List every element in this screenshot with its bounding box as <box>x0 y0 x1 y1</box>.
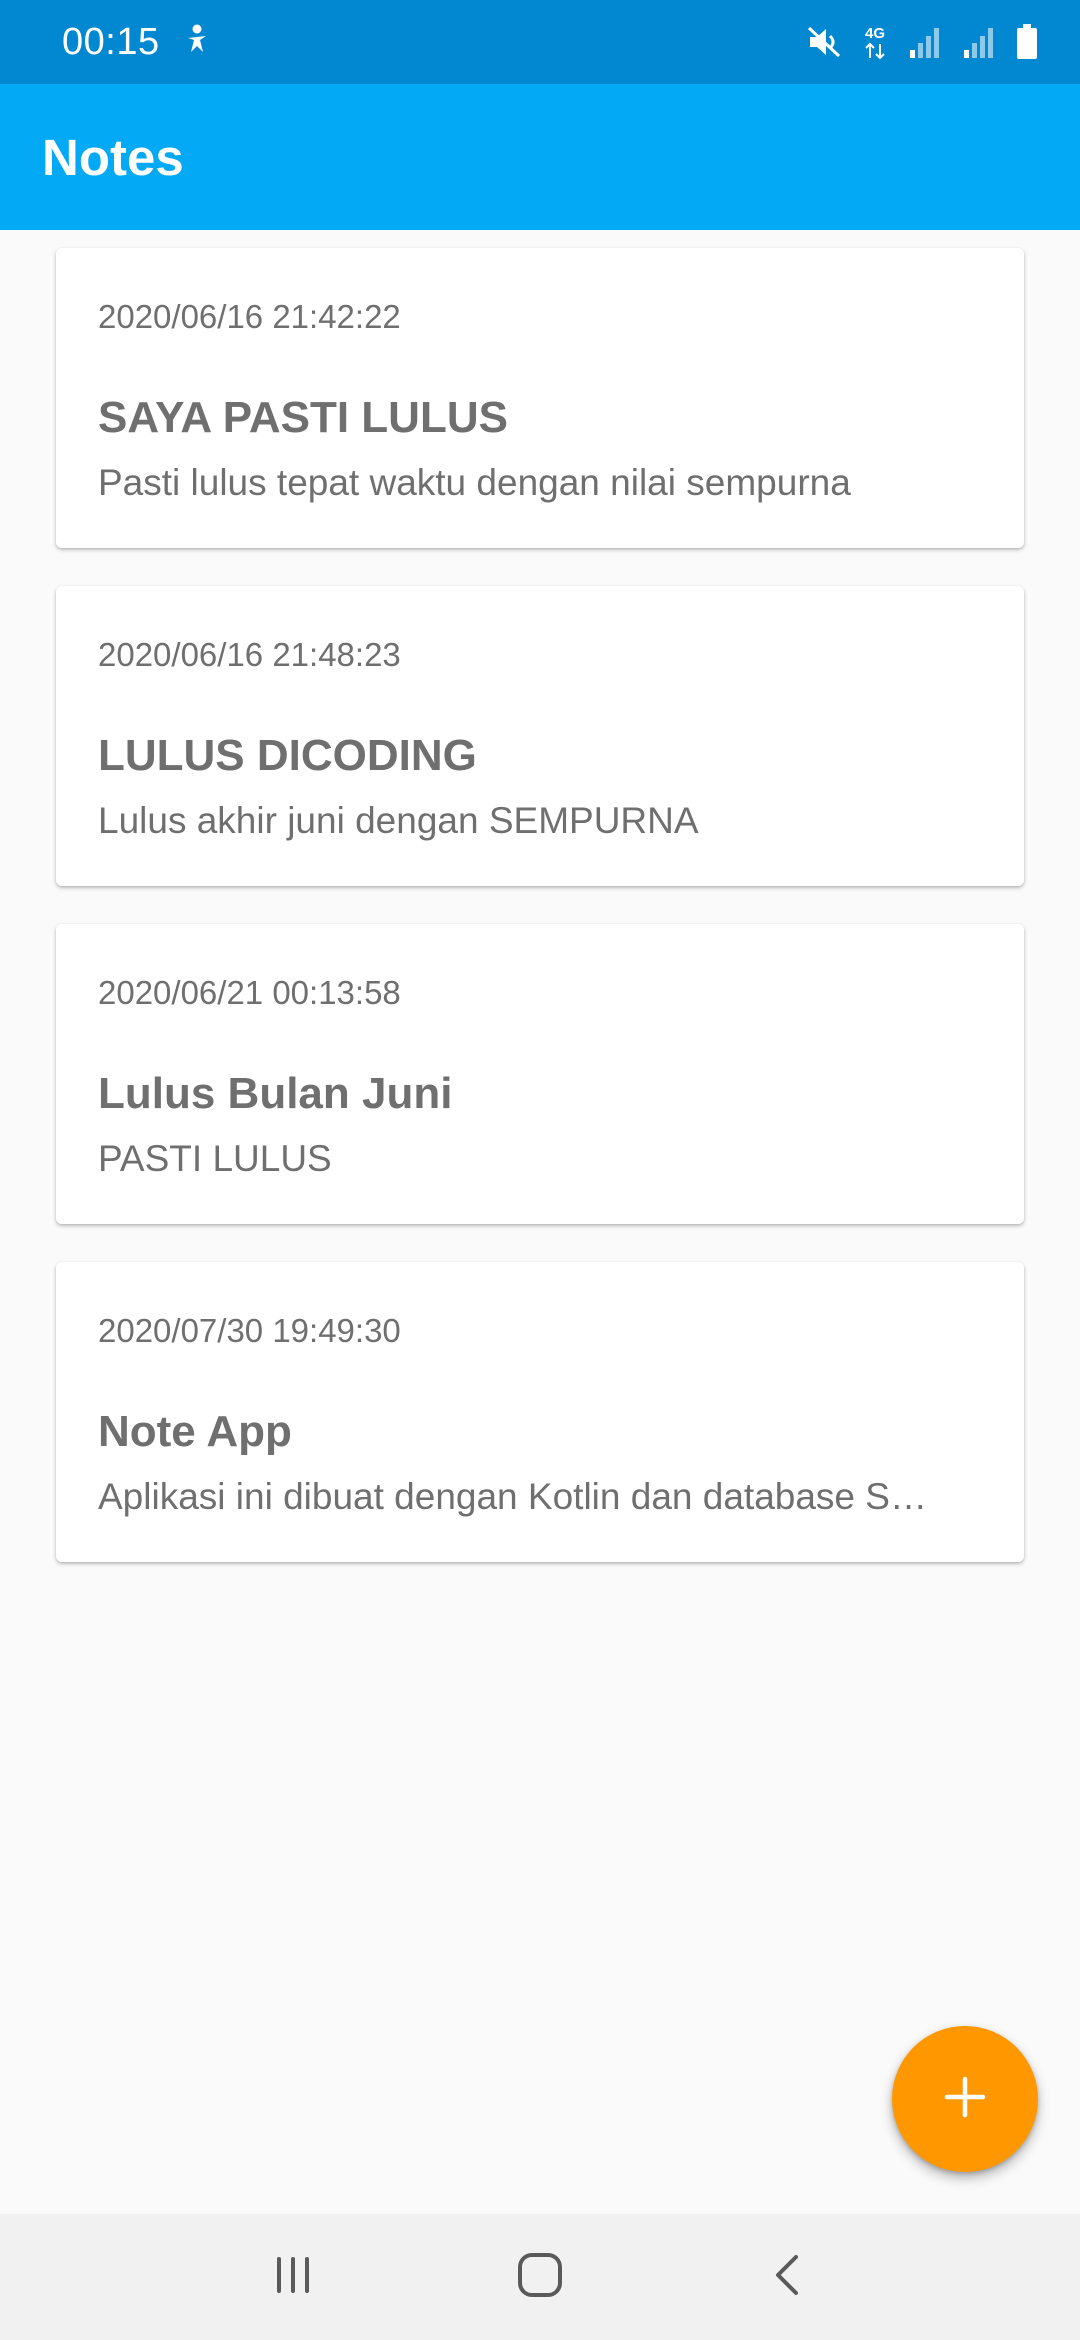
note-description: Pasti lulus tepat waktu dengan nilai sem… <box>98 462 851 503</box>
note-card[interactable]: 2020/06/16 21:42:22 SAYA PASTI LULUS Pas… <box>56 248 1024 548</box>
back-button[interactable] <box>727 2227 847 2327</box>
note-date: 2020/06/16 21:42:22 <box>98 298 401 335</box>
app-bar: Notes <box>0 84 1080 230</box>
back-icon <box>770 2251 804 2304</box>
notes-list: 2020/06/16 21:42:22 SAYA PASTI LULUS Pas… <box>56 248 1024 1600</box>
note-card[interactable]: 2020/07/30 19:49:30 Note App Aplikasi in… <box>56 1262 1024 1562</box>
recent-apps-icon <box>271 2255 315 2300</box>
note-card[interactable]: 2020/06/16 21:48:23 LULUS DICODING Lulus… <box>56 586 1024 886</box>
note-description: Aplikasi ini dibuat dengan Kotlin dan da… <box>98 1476 927 1517</box>
add-note-button[interactable] <box>892 2026 1038 2172</box>
signal-icon <box>962 26 996 58</box>
network-4g-icon: 4G <box>862 23 888 61</box>
status-time: 00:15 <box>62 20 160 63</box>
recent-apps-button[interactable] <box>233 2227 353 2327</box>
signal-icon <box>908 26 942 58</box>
note-description: PASTI LULUS <box>98 1138 332 1179</box>
battery-icon <box>1016 24 1038 60</box>
notes-screen: 00:15 4G Notes 2020/06/16 21:42:22 SAYA … <box>0 0 1080 2340</box>
note-title: SAYA PASTI LULUS <box>98 393 508 442</box>
note-title: LULUS DICODING <box>98 731 477 780</box>
accessibility-icon <box>182 24 212 61</box>
navigation-bar <box>0 2214 1080 2340</box>
page-title: Notes <box>42 128 184 186</box>
note-date: 2020/07/30 19:49:30 <box>98 1312 401 1349</box>
mute-icon <box>806 25 842 59</box>
status-bar: 00:15 4G <box>0 0 1080 84</box>
status-left: 00:15 <box>62 21 212 64</box>
note-title: Lulus Bulan Juni <box>98 1069 453 1118</box>
note-date: 2020/06/21 00:13:58 <box>98 974 401 1011</box>
note-description: Lulus akhir juni dengan SEMPURNA <box>98 800 699 841</box>
note-title: Note App <box>98 1407 292 1456</box>
home-icon <box>516 2251 564 2304</box>
note-card[interactable]: 2020/06/21 00:13:58 Lulus Bulan Juni PAS… <box>56 924 1024 1224</box>
network-label: 4G <box>865 25 885 42</box>
plus-icon <box>943 2075 987 2124</box>
home-button[interactable] <box>480 2227 600 2327</box>
status-right: 4G <box>806 23 1038 61</box>
note-date: 2020/06/16 21:48:23 <box>98 636 401 673</box>
